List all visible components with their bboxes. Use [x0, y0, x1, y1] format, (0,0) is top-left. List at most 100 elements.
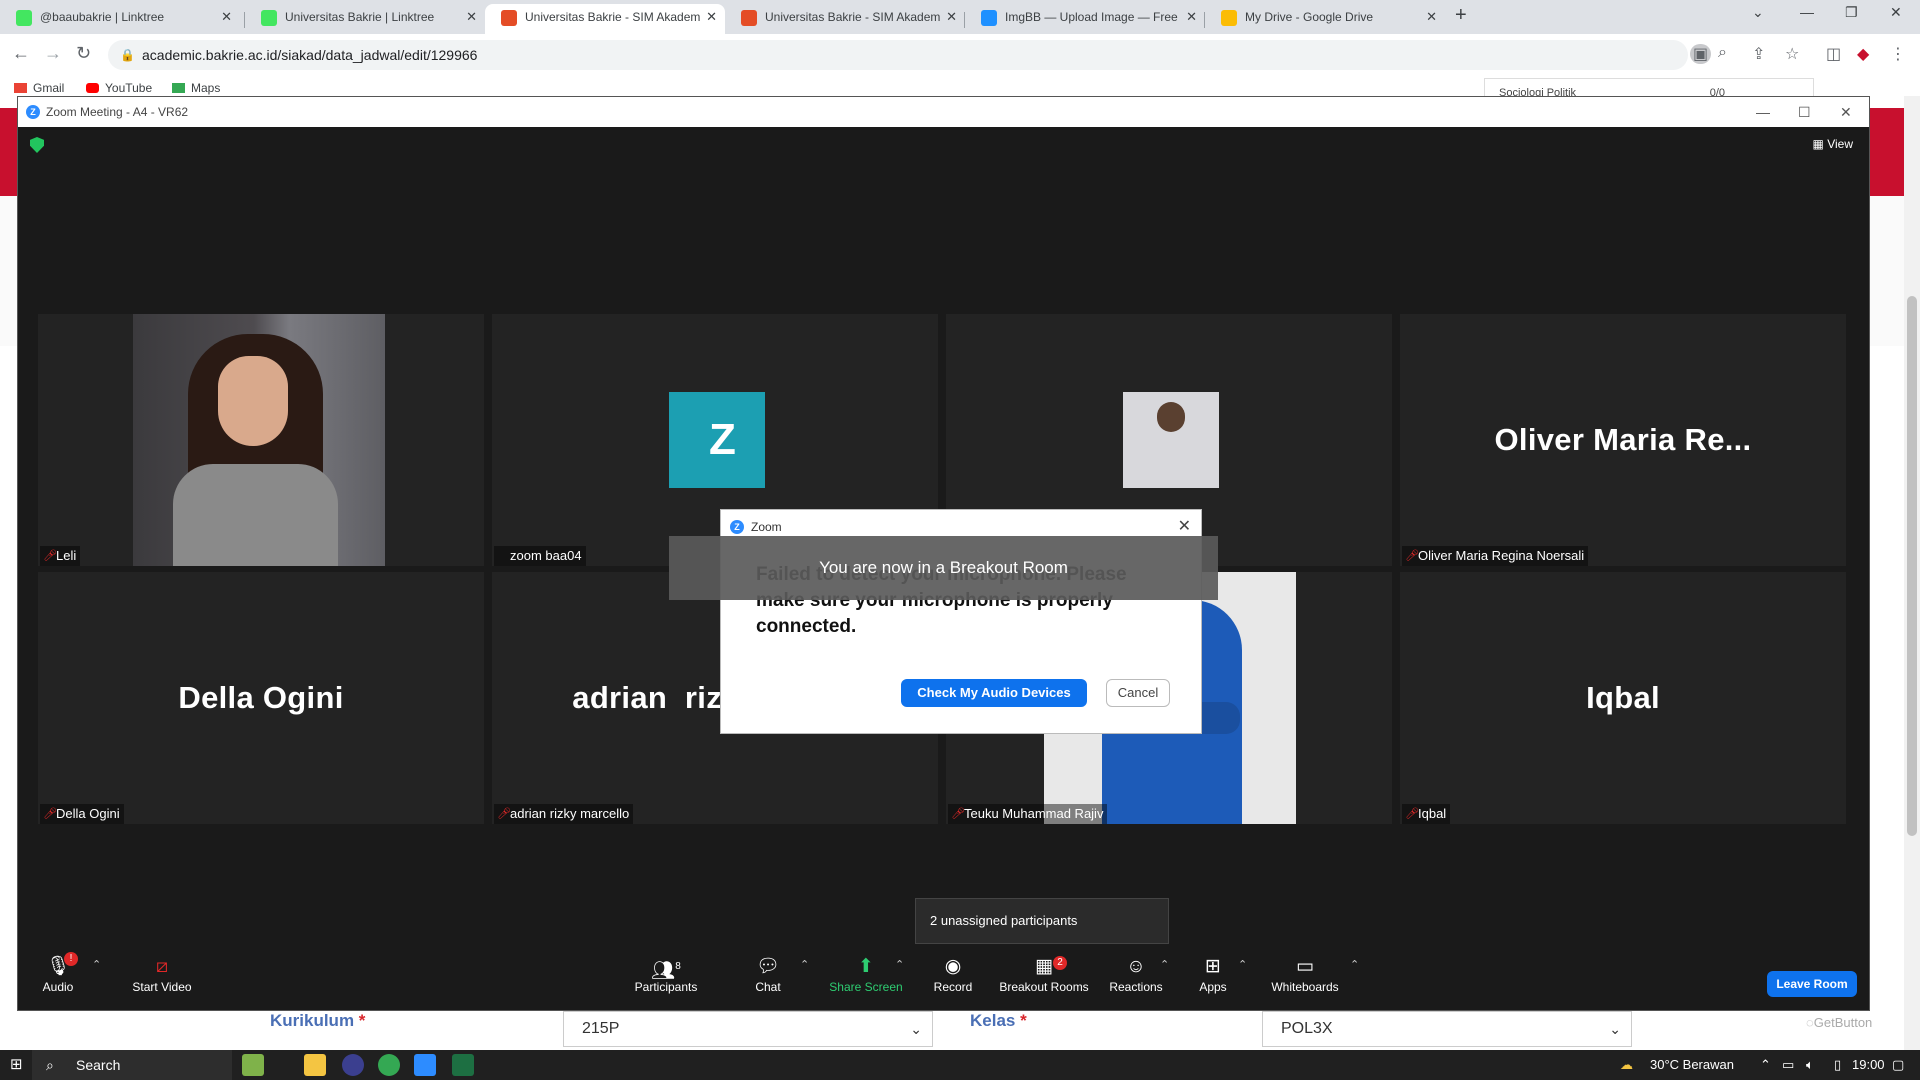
- bookmark-label: Maps: [191, 81, 221, 95]
- chat-options-caret-icon[interactable]: ⌃: [800, 958, 809, 971]
- share-icon[interactable]: ⇪: [1752, 44, 1765, 64]
- file-explorer-icon[interactable]: [304, 1054, 326, 1076]
- scrollbar-thumb[interactable]: [1907, 296, 1917, 836]
- view-button[interactable]: ▦ View: [1813, 137, 1853, 151]
- share-screen-icon: ⬆︎: [858, 956, 874, 977]
- map-widget-icon[interactable]: [242, 1054, 264, 1076]
- forward-arrow-icon[interactable]: →: [44, 43, 62, 64]
- whiteboards-options-caret-icon[interactable]: ⌃: [1350, 958, 1359, 971]
- menu-kebab-icon[interactable]: ⋮: [1890, 44, 1906, 64]
- cancel-button[interactable]: Cancel: [1106, 679, 1170, 707]
- close-icon[interactable]: ✕: [1186, 4, 1197, 30]
- lock-icon: 🔒: [120, 48, 135, 62]
- breakout-rooms-button[interactable]: ▦ Breakout Rooms 2: [996, 954, 1092, 994]
- kurikulum-select[interactable]: 215P ⌄: [563, 1011, 933, 1047]
- tray-chevron-icon[interactable]: ⌃: [1760, 1057, 1771, 1073]
- video-tile-leli[interactable]: 🎤︎ Leli: [38, 314, 484, 566]
- close-window-icon[interactable]: ✕: [1840, 97, 1852, 127]
- tab-google-drive[interactable]: My Drive - Google Drive ✕: [1205, 4, 1445, 34]
- excel-icon[interactable]: [452, 1054, 474, 1076]
- kurikulum-value: 215P: [582, 1020, 620, 1037]
- participant-name: Oliver Maria Regina Noersali: [1418, 548, 1585, 563]
- minimize-icon[interactable]: —: [1756, 97, 1770, 127]
- restore-icon[interactable]: ❐: [1845, 4, 1858, 21]
- linktree-favicon-icon: [16, 10, 32, 26]
- video-frame: [218, 356, 288, 446]
- search-label: Search: [76, 1057, 121, 1073]
- share-screen-button[interactable]: ⬆︎ Share Screen: [826, 954, 906, 994]
- video-frame: [173, 464, 338, 566]
- participant-display-name: Iqbal: [1586, 680, 1660, 715]
- taskbar-search[interactable]: ⌕ Search: [32, 1050, 232, 1080]
- network-icon[interactable]: ▭: [1782, 1057, 1794, 1073]
- minimize-icon[interactable]: —: [1800, 4, 1814, 20]
- tab-linktree-baaubakrie[interactable]: @baaubakrie | Linktree ✕: [0, 4, 240, 34]
- speaker-icon[interactable]: 🔈︎: [1806, 1057, 1814, 1073]
- zoom-logo-icon: Z: [730, 520, 744, 534]
- new-tab-plus-icon[interactable]: +: [1455, 4, 1467, 27]
- reactions-button[interactable]: ☺︎ Reactions: [1108, 954, 1164, 994]
- apps-options-caret-icon[interactable]: ⌃: [1238, 958, 1247, 971]
- weather-text[interactable]: 30°C Berawan: [1650, 1057, 1734, 1072]
- close-icon[interactable]: ✕: [706, 4, 717, 30]
- audio-options-caret-icon[interactable]: ⌃: [92, 958, 101, 971]
- clock-time[interactable]: 19:00: [1852, 1057, 1885, 1072]
- check-audio-devices-button[interactable]: Check My Audio Devices: [901, 679, 1087, 707]
- notifications-icon[interactable]: ▢: [1892, 1057, 1904, 1073]
- close-icon[interactable]: ✕: [221, 4, 232, 30]
- close-icon[interactable]: ✕: [1178, 516, 1191, 536]
- bookmark-star-icon[interactable]: ☆: [1785, 44, 1799, 64]
- app-icon[interactable]: [342, 1054, 364, 1076]
- participants-button[interactable]: 👥︎8 Participants: [626, 954, 706, 994]
- close-icon[interactable]: ✕: [466, 4, 477, 30]
- video-tile-della[interactable]: Della Ogini 🎤︎ Della Ogini: [38, 572, 484, 824]
- apps-button[interactable]: ⊞ Apps: [1196, 954, 1230, 994]
- battery-icon[interactable]: ▯: [1834, 1057, 1841, 1073]
- chrome-icon[interactable]: [378, 1054, 400, 1076]
- imgbb-favicon-icon: [981, 10, 997, 26]
- tab-linktree-universitas[interactable]: Universitas Bakrie | Linktree ✕: [245, 4, 485, 34]
- close-icon[interactable]: ✕: [946, 4, 957, 30]
- close-window-icon[interactable]: ✕: [1890, 4, 1902, 21]
- breakout-badge: 2: [1053, 956, 1067, 970]
- bookmark-maps[interactable]: Maps: [172, 81, 220, 95]
- tab-search-chevron-icon[interactable]: ⌄: [1752, 4, 1764, 21]
- encryption-shield-icon[interactable]: [30, 137, 44, 153]
- close-icon[interactable]: ✕: [1426, 4, 1437, 30]
- tab-imgbb[interactable]: ImgBB — Upload Image — Free ✕: [965, 4, 1205, 34]
- participant-display-name: Della Ogini: [178, 680, 344, 715]
- leave-room-button[interactable]: Leave Room: [1767, 971, 1857, 997]
- bookmark-gmail[interactable]: Gmail: [14, 81, 64, 95]
- audio-button[interactable]: 🎙︎ Audio !: [38, 952, 78, 994]
- button-label: Audio: [42, 980, 74, 994]
- tab-sim-akademik[interactable]: Universitas Bakrie - SIM Akadem ✕: [725, 4, 965, 34]
- windows-start-icon[interactable]: ⊞: [10, 1055, 23, 1073]
- participant-name: Iqbal: [1418, 806, 1447, 821]
- weather-cloud-icon[interactable]: ☁︎: [1620, 1057, 1633, 1073]
- maximize-icon[interactable]: ☐: [1798, 97, 1811, 127]
- share-options-caret-icon[interactable]: ⌃: [895, 958, 904, 971]
- record-button[interactable]: ◉ Record: [928, 954, 978, 994]
- muted-mic-icon: 🎤︎: [497, 808, 511, 820]
- side-panel-icon[interactable]: ◫: [1826, 44, 1841, 64]
- maps-icon: [172, 83, 185, 93]
- tab-label: Universitas Bakrie | Linktree: [285, 10, 435, 24]
- participant-nametag: 🎤︎ Leli: [40, 546, 81, 566]
- start-video-button[interactable]: ⧄ Start Video: [126, 954, 198, 994]
- chat-button[interactable]: 💬︎ Chat: [748, 954, 788, 994]
- reload-icon[interactable]: ↻: [76, 43, 91, 64]
- page-info-icon[interactable]: ▣: [1690, 44, 1712, 64]
- video-tile-oliver[interactable]: Oliver Maria Re... 🎤︎ Oliver Maria Regina…: [1400, 314, 1846, 566]
- zoom-magnifier-icon[interactable]: ⌕: [1718, 44, 1727, 62]
- reactions-options-caret-icon[interactable]: ⌃: [1160, 958, 1169, 971]
- whiteboards-button[interactable]: ▭ Whiteboards: [1268, 954, 1342, 994]
- address-bar[interactable]: 🔒 academic.bakrie.ac.id/siakad/data_jadw…: [108, 40, 1688, 70]
- tab-sim-akademik-active[interactable]: Universitas Bakrie - SIM Akadem ✕: [485, 4, 725, 34]
- bookmark-youtube[interactable]: YouTube: [86, 81, 152, 95]
- extension-icon[interactable]: ◆: [1857, 44, 1869, 64]
- kelas-select[interactable]: POL3X ⌄: [1262, 1011, 1632, 1047]
- page-scrollbar[interactable]: [1904, 96, 1920, 1050]
- video-tile-iqbal[interactable]: Iqbal 🎤︎ Iqbal: [1400, 572, 1846, 824]
- back-arrow-icon[interactable]: ←: [12, 43, 30, 64]
- zoom-app-icon[interactable]: [414, 1054, 436, 1076]
